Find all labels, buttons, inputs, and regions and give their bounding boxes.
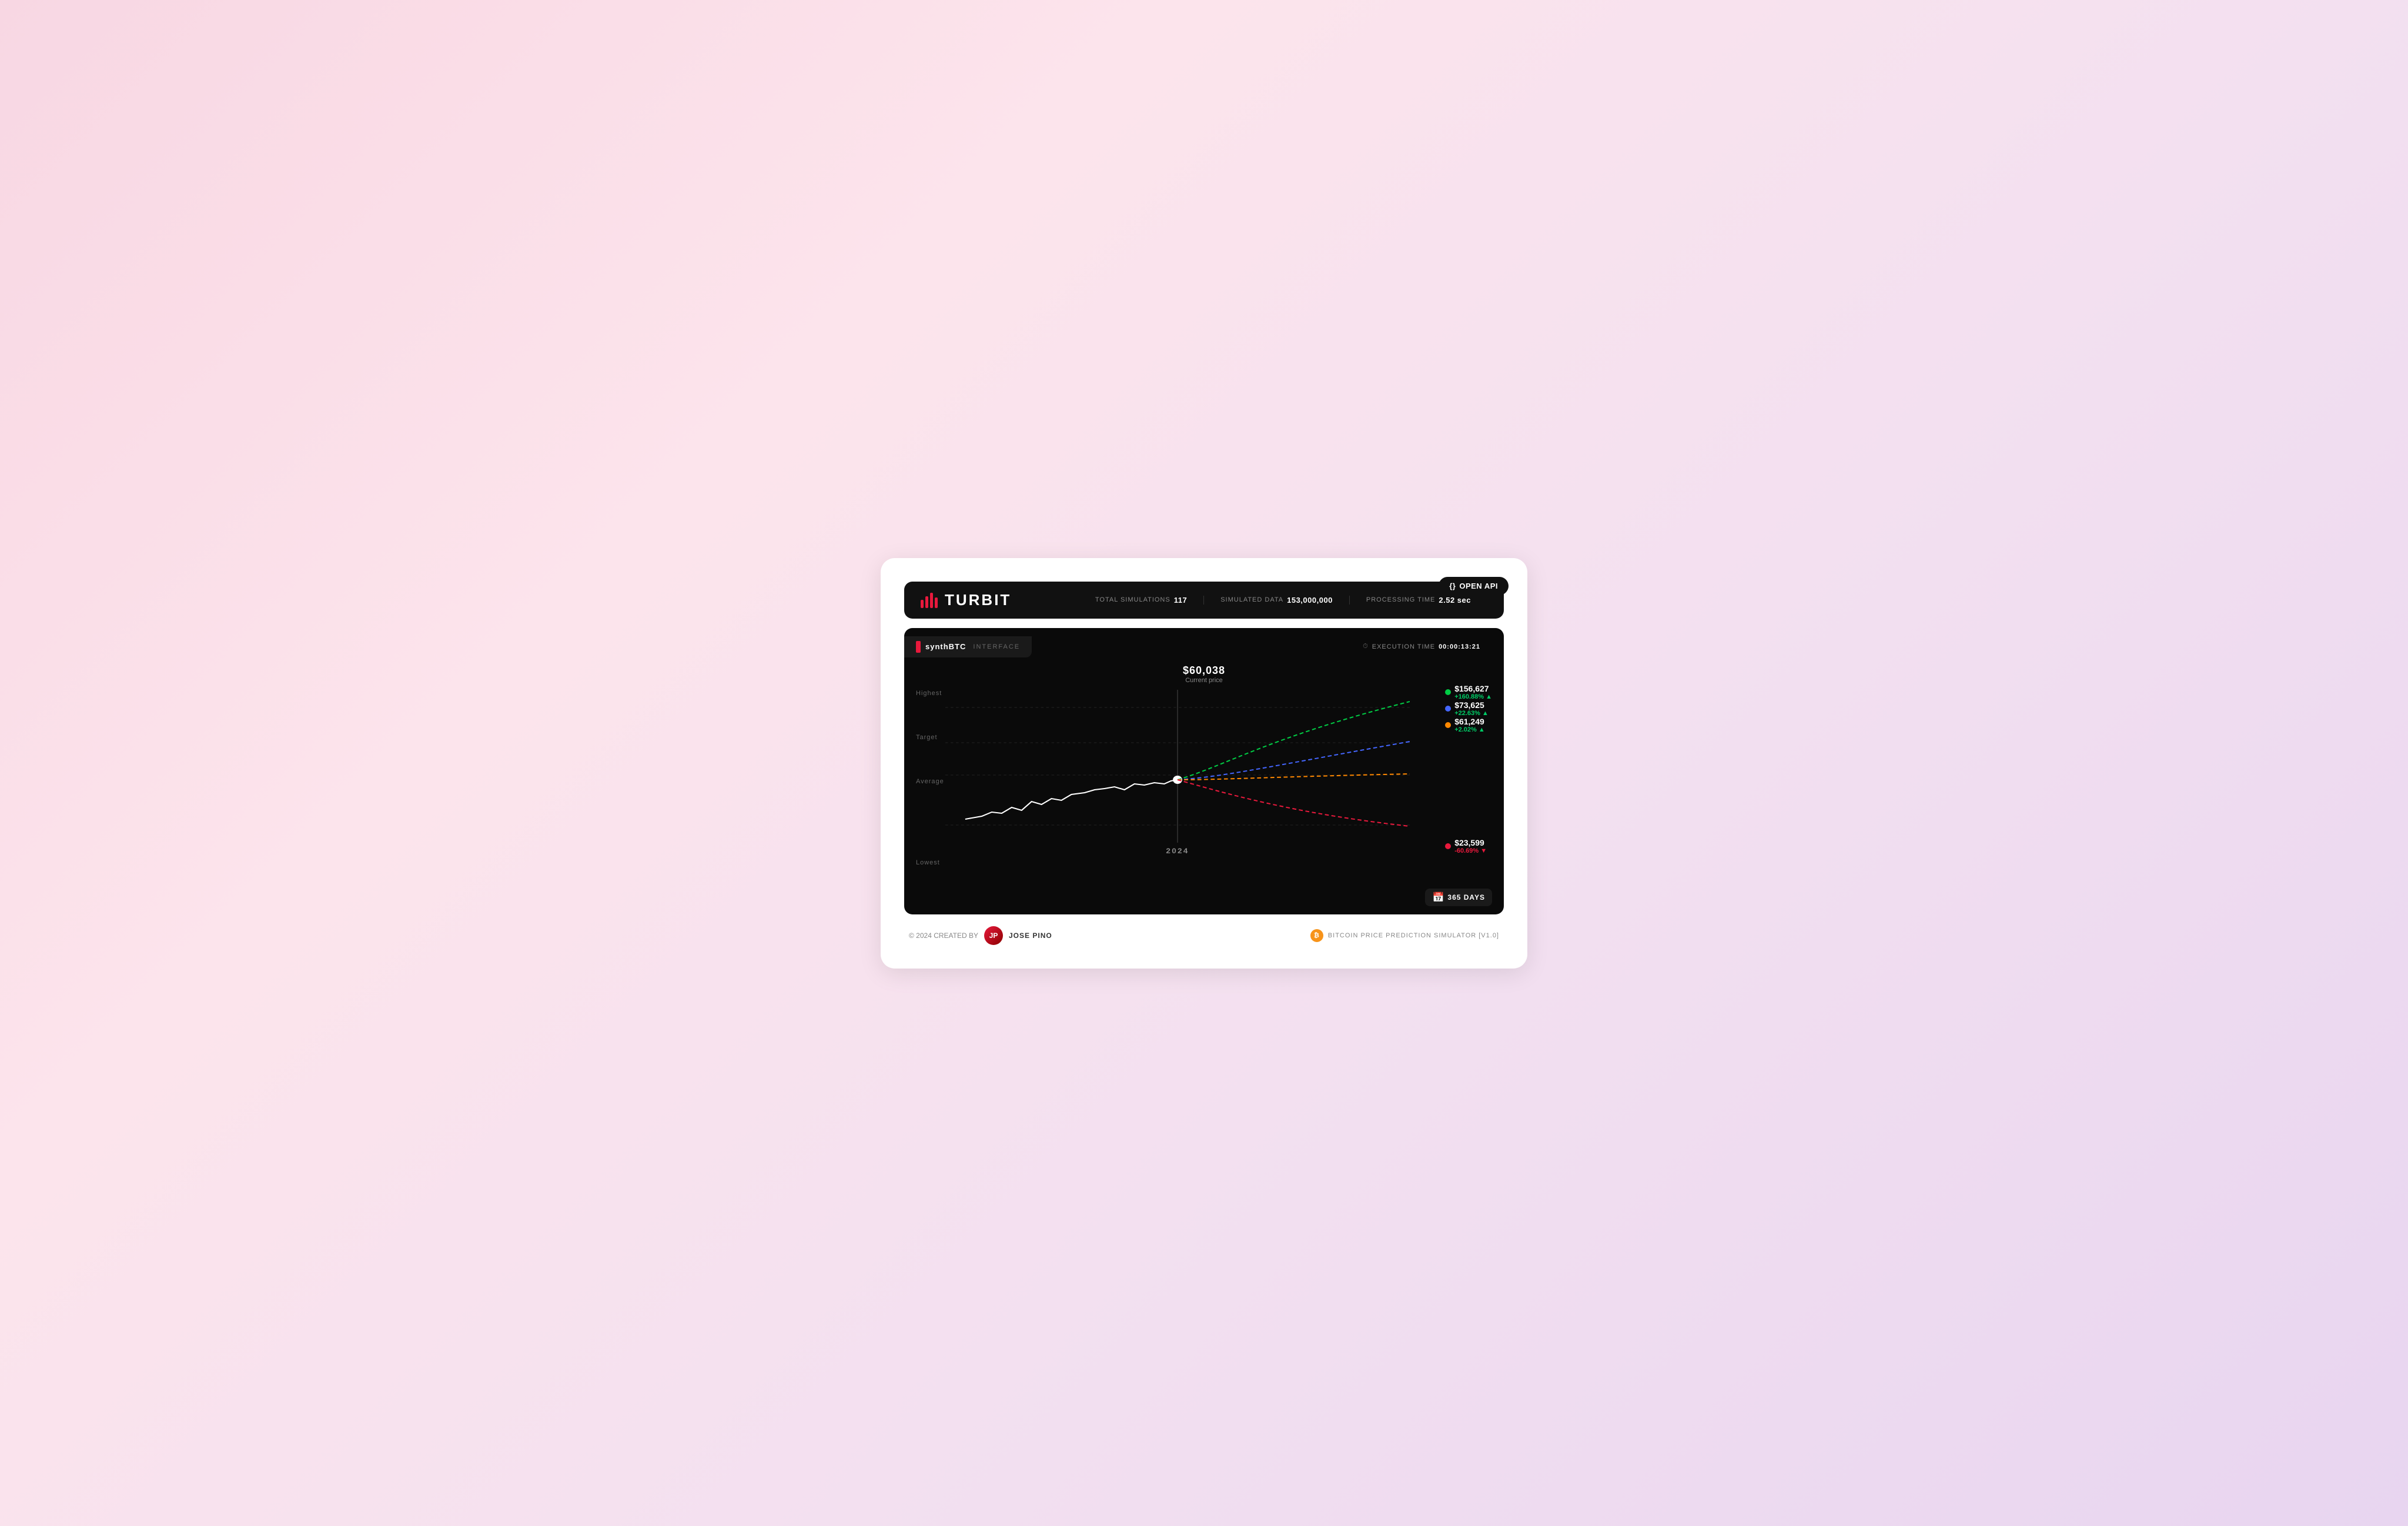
bitcoin-icon: ₿: [1310, 929, 1323, 942]
price-dot-average: [1445, 722, 1451, 728]
calendar-icon: 📅: [1432, 891, 1444, 903]
chart-header: synthBTC INTERFACE ⏱ EXECUTION TIME 00:0…: [904, 628, 1504, 662]
creator-name: JOSE PINO: [1009, 931, 1052, 940]
price-change-average: +2.02% ▲: [1454, 726, 1485, 733]
logo-text: TURBIT: [945, 591, 1011, 609]
stat-simulated-data: SIMULATED DATA 153,000,000: [1204, 596, 1350, 605]
price-dot-target: [1445, 706, 1451, 712]
price-change-lowest: -60.69% ▼: [1454, 847, 1487, 854]
y-label-average: Average: [916, 778, 944, 785]
logo-bar-2: [925, 596, 928, 608]
y-label-lowest: Lowest: [916, 859, 944, 866]
price-result-lowest: $23,599 -60.69% ▼: [1445, 838, 1492, 854]
price-results: $156,627 +160.88% ▲ $73,625 +22.63% ▲: [1445, 684, 1492, 884]
footer: © 2024 CREATED BY JP JOSE PINO ₿ BITCOIN…: [904, 926, 1504, 945]
chart-panel: synthBTC INTERFACE ⏱ EXECUTION TIME 00:0…: [904, 628, 1504, 914]
price-value-average: $61,249: [1454, 717, 1485, 726]
price-result-target: $73,625 +22.63% ▲: [1445, 700, 1492, 717]
logo-bar-4: [935, 597, 938, 608]
price-value-highest: $156,627: [1454, 684, 1492, 693]
interface-label: INTERFACE: [973, 643, 1020, 650]
stat-value-time: 2.52 sec: [1439, 596, 1471, 605]
api-icon: {}: [1449, 582, 1456, 590]
chart-svg: 2024: [945, 690, 1410, 860]
current-price-label: Current price: [904, 677, 1504, 684]
execution-label: EXECUTION TIME: [1372, 643, 1435, 650]
y-label-highest: Highest: [916, 690, 944, 697]
execution-time: ⏱ EXECUTION TIME 00:00:13:21: [1363, 643, 1492, 650]
creator-avatar: JP: [984, 926, 1003, 945]
open-api-button[interactable]: {} OPEN API: [1439, 577, 1509, 595]
price-dot-highest: [1445, 689, 1451, 695]
price-change-target: +22.63% ▲: [1454, 710, 1489, 717]
header-bar: TURBIT TOTAL SIMULATIONS 117 SIMULATED D…: [904, 582, 1504, 619]
days-badge-text: 365 DAYS: [1447, 893, 1485, 901]
current-price-area: $60,038 Current price: [904, 662, 1504, 684]
price-value-lowest: $23,599: [1454, 838, 1487, 847]
price-value-target: $73,625: [1454, 700, 1489, 710]
copyright-text: © 2024 CREATED BY: [909, 931, 978, 940]
days-badge: 📅 365 DAYS: [1425, 889, 1492, 906]
y-label-target: Target: [916, 734, 944, 741]
logo-bar-3: [930, 593, 933, 608]
synth-dot-icon: [916, 641, 921, 653]
stat-total-simulations: TOTAL SIMULATIONS 117: [1079, 596, 1204, 605]
stat-label-simulations: TOTAL SIMULATIONS: [1095, 596, 1170, 603]
product-label: BITCOIN PRICE PREDICTION SIMULATOR [V1.0…: [1328, 932, 1499, 939]
chart-title-tab: synthBTC INTERFACE: [904, 636, 1032, 657]
price-change-highest: +160.88% ▲: [1454, 693, 1492, 700]
open-api-label: OPEN API: [1459, 582, 1498, 590]
stat-value-simulations: 117: [1174, 596, 1187, 605]
price-result-average: $61,249 +2.02% ▲: [1445, 717, 1492, 733]
spacer: [1445, 733, 1492, 838]
logo-bar-1: [921, 600, 924, 608]
stat-processing-time: PROCESSING TIME 2.52 sec: [1350, 596, 1487, 605]
svg-text:2024: 2024: [1166, 846, 1189, 854]
header-stats: TOTAL SIMULATIONS 117 SIMULATED DATA 153…: [1079, 596, 1487, 605]
clock-icon: ⏱: [1363, 643, 1369, 650]
stat-label-time: PROCESSING TIME: [1366, 596, 1435, 603]
price-dot-lowest: [1445, 843, 1451, 849]
chart-svg-container: Highest Target Average Lowest: [904, 684, 1504, 884]
logo-area: TURBIT: [921, 591, 1011, 609]
current-price-value: $60,038: [904, 665, 1504, 677]
y-axis-labels: Highest Target Average Lowest: [916, 684, 944, 884]
footer-left: © 2024 CREATED BY JP JOSE PINO: [909, 926, 1052, 945]
synth-name: synthBTC: [925, 642, 966, 651]
stat-label-data: SIMULATED DATA: [1220, 596, 1283, 603]
execution-value: 00:00:13:21: [1439, 643, 1480, 650]
stat-value-data: 153,000,000: [1287, 596, 1333, 605]
main-card: {} OPEN API TURBIT TOTAL SIMULATIONS 117…: [881, 558, 1527, 969]
logo-bars-icon: [921, 592, 938, 608]
footer-right: ₿ BITCOIN PRICE PREDICTION SIMULATOR [V1…: [1310, 929, 1499, 942]
price-result-highest: $156,627 +160.88% ▲: [1445, 684, 1492, 700]
